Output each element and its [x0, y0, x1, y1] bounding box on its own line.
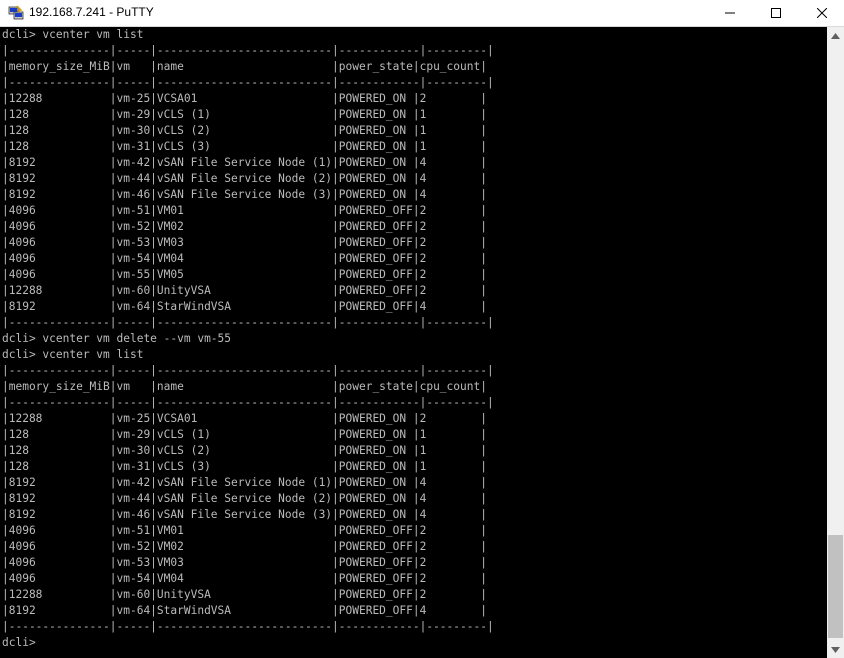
- maximize-button[interactable]: [753, 0, 799, 26]
- terminal-line: |4096 |vm-51|VM01 |POWERED_OFF|2 |: [2, 524, 487, 537]
- terminal-line: |12288 |vm-60|UnityVSA |POWERED_OFF|2 |: [2, 588, 487, 601]
- scroll-up-button[interactable]: [827, 27, 844, 44]
- maximize-icon: [771, 8, 781, 18]
- terminal-line: |4096 |vm-52|VM02 |POWERED_OFF|2 |: [2, 540, 487, 553]
- terminal-line: |8192 |vm-46|vSAN File Service Node (3)|…: [2, 188, 487, 201]
- vertical-scrollbar[interactable]: [827, 27, 844, 658]
- terminal-line: |8192 |vm-44|vSAN File Service Node (2)|…: [2, 492, 487, 505]
- terminal-line: |4096 |vm-53|VM03 |POWERED_OFF|2 |: [2, 556, 487, 569]
- terminal-line: |128 |vm-30|vCLS (2) |POWERED_ON |1 |: [2, 444, 487, 457]
- terminal-line: |memory_size_MiB|vm |name |power_state|c…: [2, 380, 487, 393]
- terminal-line: |4096 |vm-54|VM04 |POWERED_OFF|2 |: [2, 252, 487, 265]
- terminal-line: |12288 |vm-60|UnityVSA |POWERED_OFF|2 |: [2, 284, 487, 297]
- terminal-line: |---------------|-----|-----------------…: [2, 396, 494, 409]
- scroll-up-arrow-icon: [831, 32, 840, 39]
- terminal-line: |8192 |vm-64|StarWindVSA |POWERED_OFF|4 …: [2, 300, 487, 313]
- close-button[interactable]: [799, 0, 844, 26]
- terminal-line: |4096 |vm-52|VM02 |POWERED_OFF|2 |: [2, 220, 487, 233]
- terminal-line: |8192 |vm-64|StarWindVSA |POWERED_OFF|4 …: [2, 604, 487, 617]
- terminal-line: |---------------|-----|-----------------…: [2, 316, 494, 329]
- scrollbar-thumb[interactable]: [828, 535, 843, 638]
- minimize-button[interactable]: [707, 0, 753, 26]
- terminal-line: |4096 |vm-54|VM04 |POWERED_OFF|2 |: [2, 572, 487, 585]
- scroll-down-button[interactable]: [827, 641, 844, 658]
- close-icon: [817, 8, 827, 18]
- title-bar[interactable]: 192.168.7.241 - PuTTY: [0, 0, 844, 27]
- putty-icon[interactable]: [8, 5, 24, 21]
- terminal-line: |128 |vm-31|vCLS (3) |POWERED_ON |1 |: [2, 140, 487, 153]
- terminal-line: |---------------|-----|-----------------…: [2, 76, 494, 89]
- terminal-line: |---------------|-----|-----------------…: [2, 44, 494, 57]
- terminal-line: dcli> vcenter vm list: [2, 348, 144, 361]
- terminal-output[interactable]: dcli> vcenter vm list |---------------|--…: [0, 27, 827, 658]
- putty-window: 192.168.7.241 - PuTTY dcli> vcenter vm l…: [0, 0, 844, 658]
- terminal-line: |128 |vm-31|vCLS (3) |POWERED_ON |1 |: [2, 460, 487, 473]
- terminal-line: |4096 |vm-55|VM05 |POWERED_OFF|2 |: [2, 268, 487, 281]
- terminal-line: dcli> vcenter vm list: [2, 28, 144, 41]
- minimize-icon: [725, 12, 735, 14]
- terminal-line: |8192 |vm-44|vSAN File Service Node (2)|…: [2, 172, 487, 185]
- terminal-line: |---------------|-----|-----------------…: [2, 620, 494, 633]
- terminal-line: |4096 |vm-53|VM03 |POWERED_OFF|2 |: [2, 236, 487, 249]
- terminal-line: |memory_size_MiB|vm |name |power_state|c…: [2, 60, 487, 73]
- terminal-line: |128 |vm-29|vCLS (1) |POWERED_ON |1 |: [2, 428, 487, 441]
- terminal-line: |8192 |vm-46|vSAN File Service Node (3)|…: [2, 508, 487, 521]
- terminal-line: |128 |vm-29|vCLS (1) |POWERED_ON |1 |: [2, 108, 487, 121]
- terminal-line: |---------------|-----|-----------------…: [2, 364, 494, 377]
- terminal-line: |12288 |vm-25|VCSA01 |POWERED_ON |2 |: [2, 412, 487, 425]
- terminal-line: dcli>: [2, 636, 43, 649]
- terminal-line: dcli> vcenter vm delete --vm vm-55: [2, 332, 232, 345]
- terminal-line: |8192 |vm-42|vSAN File Service Node (1)|…: [2, 476, 487, 489]
- terminal-line: |4096 |vm-51|VM01 |POWERED_OFF|2 |: [2, 204, 487, 217]
- terminal-line: |128 |vm-30|vCLS (2) |POWERED_ON |1 |: [2, 124, 487, 137]
- terminal-line: |8192 |vm-42|vSAN File Service Node (1)|…: [2, 156, 487, 169]
- terminal-line: |12288 |vm-25|VCSA01 |POWERED_ON |2 |: [2, 92, 487, 105]
- scroll-down-arrow-icon: [831, 646, 840, 653]
- window-title: 192.168.7.241 - PuTTY: [29, 5, 154, 19]
